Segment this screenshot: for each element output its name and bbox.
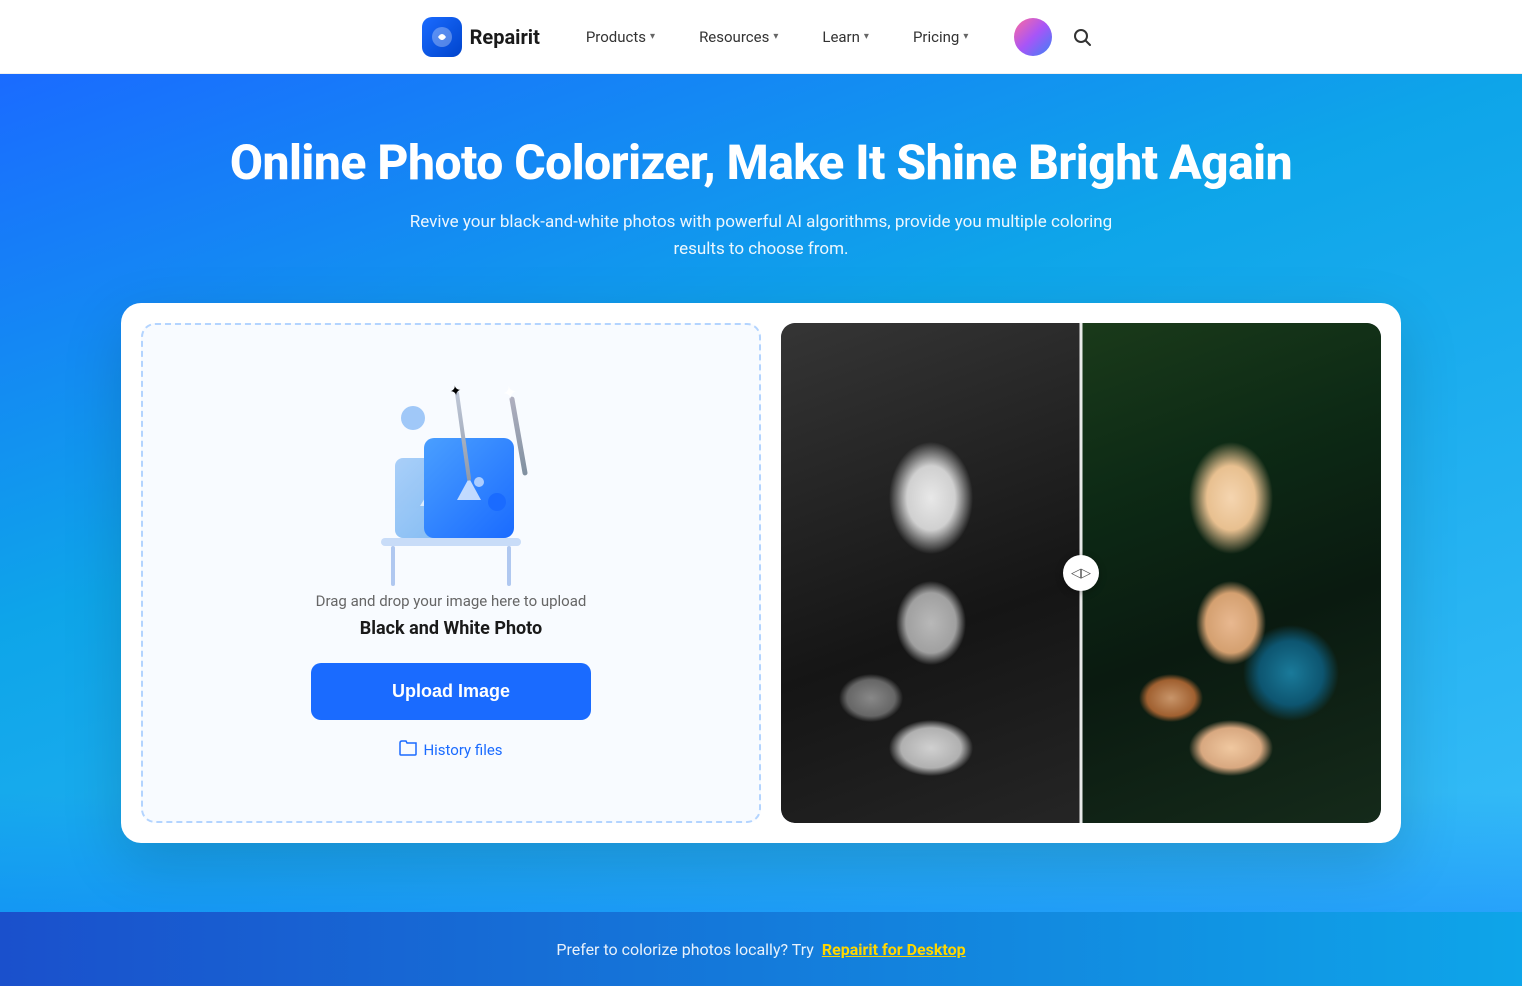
folder-icon <box>399 740 417 760</box>
history-label: History files <box>423 741 502 759</box>
nav-label-pricing: Pricing <box>913 28 959 46</box>
preview-color-side <box>1081 323 1381 823</box>
nav-label-resources: Resources <box>699 28 769 46</box>
hero-title: Online Photo Colorizer, Make It Shine Br… <box>230 134 1292 191</box>
preview-panel: ◁▷ <box>781 323 1381 823</box>
handle-arrows-icon: ◁▷ <box>1071 566 1091 581</box>
split-handle[interactable]: ◁▷ <box>1063 555 1099 591</box>
chevron-down-icon: ▾ <box>963 31 968 42</box>
before-after-split: ◁▷ <box>781 323 1381 823</box>
hero-subtitle: Revive your black-and-white photos with … <box>401 209 1121 263</box>
brand-name: Repairit <box>470 25 540 49</box>
logo[interactable]: Repairit <box>422 17 540 57</box>
upload-panel: ✦ Drag and drop your image here to uploa… <box>141 323 761 823</box>
avatar[interactable] <box>1014 18 1052 56</box>
search-button[interactable] <box>1064 19 1100 55</box>
desktop-link[interactable]: Repairit for Desktop <box>822 940 966 959</box>
shelf-icon <box>381 538 521 546</box>
hero-section: Online Photo Colorizer, Make It Shine Br… <box>0 74 1522 912</box>
chevron-down-icon: ▾ <box>650 31 655 42</box>
logo-icon <box>422 17 462 57</box>
preview-bw-side <box>781 323 1081 823</box>
photo-type-text: Black and White Photo <box>360 618 542 639</box>
upload-illustration: ✦ <box>351 386 551 566</box>
upload-image-button[interactable]: Upload Image <box>311 663 591 720</box>
bottom-bar: Prefer to colorize photos locally? Try R… <box>0 912 1522 986</box>
nav-item-resources[interactable]: Resources ▾ <box>681 20 796 54</box>
nav-item-pricing[interactable]: Pricing ▾ <box>895 20 986 54</box>
star-icon <box>401 406 425 430</box>
bottom-bar-text: Prefer to colorize photos locally? Try <box>556 940 813 959</box>
nav-label-learn: Learn <box>822 28 860 46</box>
chevron-down-icon: ▾ <box>864 31 869 42</box>
nav-item-learn[interactable]: Learn ▾ <box>804 20 887 54</box>
history-files-link[interactable]: History files <box>399 740 502 760</box>
nav-label-products: Products <box>586 28 646 46</box>
color-image <box>1081 323 1381 823</box>
navbar: Repairit Products ▾ Resources ▾ Learn ▾ … <box>0 0 1522 74</box>
drag-drop-text: Drag and drop your image here to upload <box>316 592 587 610</box>
bw-image <box>781 323 1081 823</box>
main-card: ✦ Drag and drop your image here to uploa… <box>121 303 1401 843</box>
chevron-down-icon: ▾ <box>773 31 778 42</box>
nav-item-products[interactable]: Products ▾ <box>568 20 673 54</box>
